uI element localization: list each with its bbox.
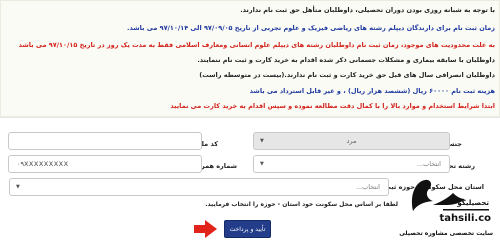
gender-value: مرد (346, 137, 357, 145)
chevron-down-icon: ▼ (260, 138, 264, 144)
divider (0, 117, 500, 118)
arrow-right-icon (194, 220, 217, 238)
logo-emblem-icon (411, 179, 489, 211)
notice-line-5: داوطلبان انصرافی سال های قبل حق خرید کار… (199, 71, 495, 79)
province-placeholder: انتخاب... (355, 183, 380, 191)
province-hint: لطفا بر اساس محل سکونت خود استان - حوزه … (205, 201, 398, 208)
study-field-placeholder: انتخاب... (416, 160, 441, 168)
national-code-input[interactable] (8, 132, 202, 150)
submit-pay-button[interactable]: تأیید و پرداخت (224, 220, 271, 238)
chevron-down-icon: ▼ (260, 161, 264, 167)
notice-panel: با توجه به شبانه روزی بودن دوران تحصیلی،… (0, 0, 500, 117)
notice-line-7: ابتدا شرایط استخدام و موارد بالا را با ک… (170, 102, 495, 110)
gender-select[interactable]: مرد ▼ (253, 132, 450, 150)
logo-persian-text: تحصیلیکو (457, 199, 489, 207)
notice-line-6: هزینه ثبت نام ۶۰۰۰۰ ریال (ششصد هزار ریال… (249, 87, 495, 95)
notice-line-2: زمان ثبت نام برای دارندگان دیپلم رشته ها… (126, 24, 495, 32)
study-field-select[interactable]: انتخاب... ▼ (253, 155, 450, 173)
logo-brand-text: tahsili.co (439, 213, 491, 224)
notice-line-1: با توجه به شبانه روزی بودن دوران تحصیلی،… (240, 6, 495, 14)
notice-line-3: به علت محدودیت های موجود، زمان ثبت نام د… (18, 41, 495, 49)
tahsili-logo: tahsili.co سایت تخصصی مشاوره تحصیلی تحصی… (399, 175, 497, 245)
province-select[interactable]: انتخاب... ▼ (9, 178, 389, 196)
notice-line-4: داوطلبان با سابقه بیماری و مشکلات جسمانی… (197, 56, 495, 64)
chevron-down-icon: ▼ (16, 184, 20, 190)
mobile-input[interactable]: ۰۹XXXXXXXXX (8, 155, 202, 173)
mobile-value: ۰۹XXXXXXXXX (17, 160, 69, 168)
logo-slogan: سایت تخصصی مشاوره تحصیلی (399, 230, 493, 237)
